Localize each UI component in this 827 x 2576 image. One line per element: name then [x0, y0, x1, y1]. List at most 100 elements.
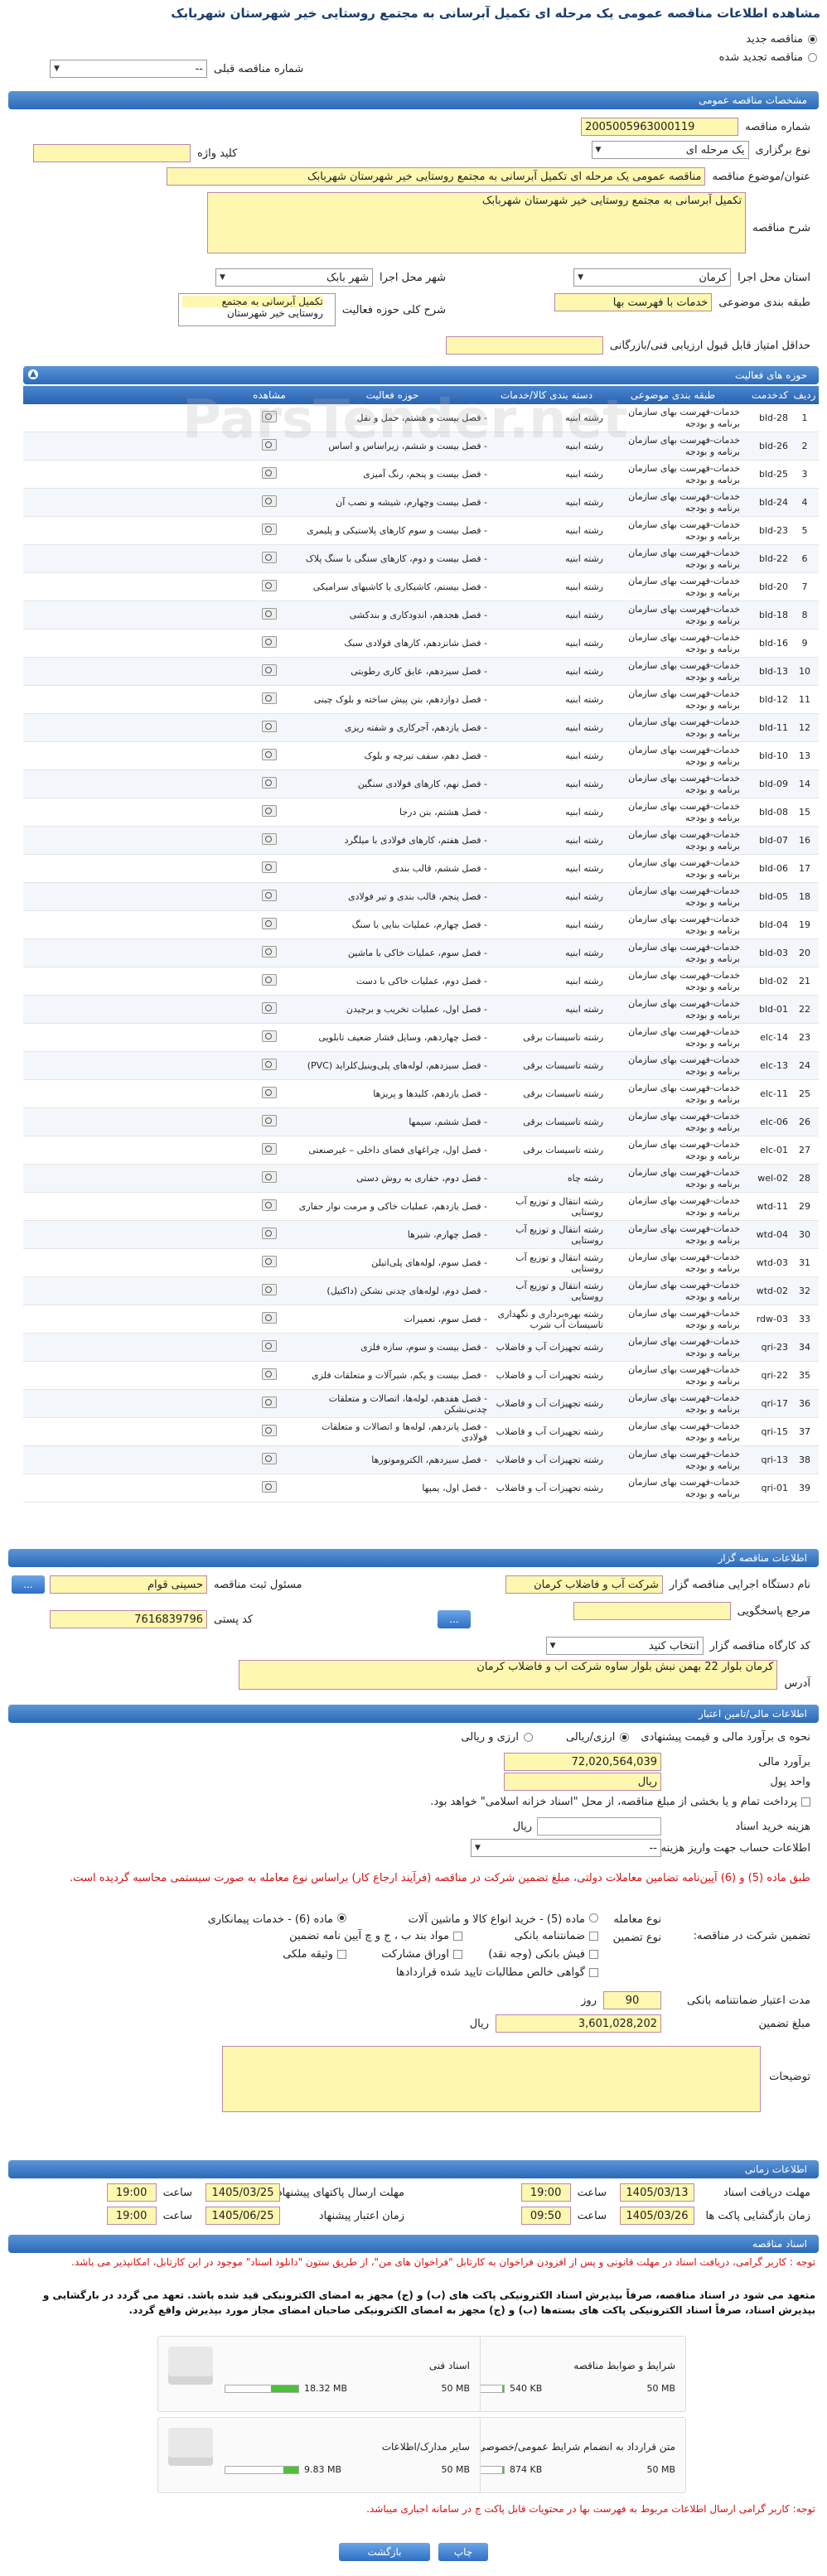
doc-card[interactable]: اسناد فنی 18.32 MB 50 MB — [157, 2336, 481, 2412]
section-timing: اطلاعات زمانی — [8, 2160, 819, 2178]
table-cell: 36 — [799, 1398, 810, 1409]
view-icon[interactable] — [262, 1453, 277, 1464]
view-icon[interactable] — [262, 1115, 277, 1126]
g1-checkbox[interactable] — [589, 1932, 598, 1941]
view-icon[interactable] — [262, 664, 277, 676]
view-icon[interactable] — [262, 1340, 277, 1352]
view-icon[interactable] — [262, 946, 277, 958]
g2-checkbox[interactable] — [453, 1932, 462, 1941]
radio-rial[interactable] — [620, 1733, 630, 1742]
table-cell: bld-13 — [759, 666, 788, 677]
currency-field: ریال — [504, 1773, 661, 1791]
g6-checkbox[interactable] — [589, 1968, 598, 1977]
view-icon[interactable] — [262, 974, 277, 986]
fee-field[interactable] — [537, 1817, 661, 1836]
unit-select[interactable]: انتخاب کنید ▼ — [545, 1637, 704, 1655]
view-icon[interactable] — [262, 1284, 277, 1295]
min-score-field[interactable] — [445, 336, 603, 355]
area-option[interactable]: روستایی خیر شهرستان — [182, 307, 323, 319]
collapse-icon[interactable]: ▲ — [28, 369, 38, 379]
view-icon[interactable] — [262, 1171, 277, 1183]
view-icon[interactable] — [262, 1030, 277, 1042]
prev-number-select[interactable]: -- ▼ — [50, 60, 207, 78]
view-icon[interactable] — [262, 1256, 277, 1267]
treasury-checkbox[interactable] — [801, 1797, 810, 1807]
area-listbox[interactable]: تکمیل آبرسانی به مجتمع روستایی خیر شهرست… — [177, 293, 336, 326]
view-icon[interactable] — [262, 495, 277, 507]
print-button[interactable]: چاپ — [438, 2543, 488, 2561]
g5-checkbox[interactable] — [453, 1950, 462, 1959]
view-icon[interactable] — [262, 467, 277, 479]
keyword-field[interactable] — [33, 144, 191, 162]
category-field[interactable]: خدمات با فهرست بها — [554, 293, 713, 311]
table-cell: 26 — [799, 1117, 810, 1127]
view-icon[interactable] — [262, 692, 277, 704]
deal-radio-6[interactable] — [337, 1913, 346, 1922]
province-select[interactable]: کرمان ▼ — [573, 268, 732, 287]
view-icon[interactable] — [262, 580, 277, 591]
view-icon[interactable] — [262, 1397, 277, 1408]
view-icon[interactable] — [262, 777, 277, 789]
table-cell: bld-06 — [759, 863, 788, 874]
view-icon[interactable] — [262, 1228, 277, 1239]
view-icon[interactable] — [262, 1059, 277, 1070]
g3-checkbox[interactable] — [589, 1950, 598, 1959]
table-row: 27 elc-01 خدمات-فهرست بهای سازمان برنامه و… — [23, 1136, 819, 1165]
back-button[interactable]: بازگشت — [339, 2543, 430, 2561]
table-row: 39 qri-01 خدمات-فهرست بهای سازمان برنامه و… — [23, 1474, 819, 1503]
doc-card-title: سایر مدارک/اطلاعات — [381, 2441, 470, 2453]
view-icon[interactable] — [262, 1087, 277, 1098]
view-icon[interactable] — [262, 1425, 277, 1436]
view-cell — [241, 1425, 297, 1439]
table-row: 21 bld-02 خدمات-فهرست بهای سازمان برنامه و… — [23, 967, 819, 996]
table-cell: - فصل بیست وچهارم، شیشه و نصب آن — [336, 497, 487, 508]
view-icon[interactable] — [262, 1368, 277, 1380]
view-icon[interactable] — [262, 523, 277, 535]
type-select[interactable]: یک مرحله ای ▼ — [591, 141, 749, 159]
subject-field[interactable]: مناقصه عمومی یک مرحله ای تکمیل آبرسانی ب… — [167, 167, 706, 186]
open-date: 1405/03/26 — [620, 2207, 694, 2225]
addr-field: کرمان بلوار 22 بهمن نبش بلوار ساوه شرکت … — [239, 1660, 778, 1690]
deal-radio-5[interactable] — [589, 1913, 598, 1922]
view-icon[interactable] — [262, 1002, 277, 1014]
desc-field[interactable]: تکمیل آبرسانی به مجتمع روستایی خیر شهرست… — [207, 192, 747, 253]
city-select[interactable]: شهر بابک ▼ — [215, 268, 374, 287]
table-cell: - فصل بیست و یکم، شیرآلات و متعلقات فلزی — [312, 1370, 487, 1381]
view-icon[interactable] — [262, 552, 277, 563]
g4-checkbox[interactable] — [337, 1950, 346, 1959]
view-cell — [241, 1087, 297, 1101]
view-icon[interactable] — [262, 861, 277, 873]
table-cell: bld-04 — [759, 919, 788, 930]
view-icon[interactable] — [262, 890, 277, 901]
view-cell — [241, 580, 297, 594]
doc-size: 9.83 MB — [304, 2464, 342, 2475]
table-row: 24 elc-13 خدمات-فهرست بهای سازمان برنامه و… — [23, 1052, 819, 1080]
ref-button[interactable]: ... — [438, 1610, 471, 1628]
view-icon[interactable] — [262, 749, 277, 760]
resp-button[interactable]: ... — [12, 1575, 45, 1594]
doc-card[interactable]: سایر مدارک/اطلاعات 9.83 MB 50 MB — [157, 2417, 481, 2493]
view-icon[interactable] — [262, 805, 277, 817]
area-option[interactable]: تکمیل آبرسانی به مجتمع — [181, 296, 323, 307]
notes-field[interactable] — [222, 2046, 761, 2112]
view-icon[interactable] — [262, 721, 277, 732]
view-icon[interactable] — [262, 833, 277, 845]
view-cell — [241, 890, 297, 904]
radio-fx[interactable] — [523, 1733, 533, 1742]
view-icon[interactable] — [262, 918, 277, 929]
table-cell: خدمات-فهرست بهای سازمان برنامه و بودجه — [628, 716, 740, 739]
view-icon[interactable] — [262, 1312, 277, 1324]
table-cell: رشته تاسیسات برقی — [523, 1060, 603, 1071]
radio-renew[interactable] — [808, 52, 817, 62]
radio-new[interactable] — [808, 34, 817, 44]
view-icon[interactable] — [262, 636, 277, 648]
doc-max: 50 MB — [646, 2464, 675, 2475]
view-icon[interactable] — [262, 1143, 277, 1155]
view-cell — [241, 833, 297, 847]
g6-label: گواهی خالص مطالبات تایید شده قراردادها — [395, 1966, 585, 1979]
view-icon[interactable] — [262, 1481, 277, 1493]
view-cell — [241, 1115, 297, 1129]
view-icon[interactable] — [262, 1199, 277, 1211]
acct-select[interactable]: -- ▼ — [471, 1839, 661, 1857]
view-icon[interactable] — [262, 608, 277, 620]
